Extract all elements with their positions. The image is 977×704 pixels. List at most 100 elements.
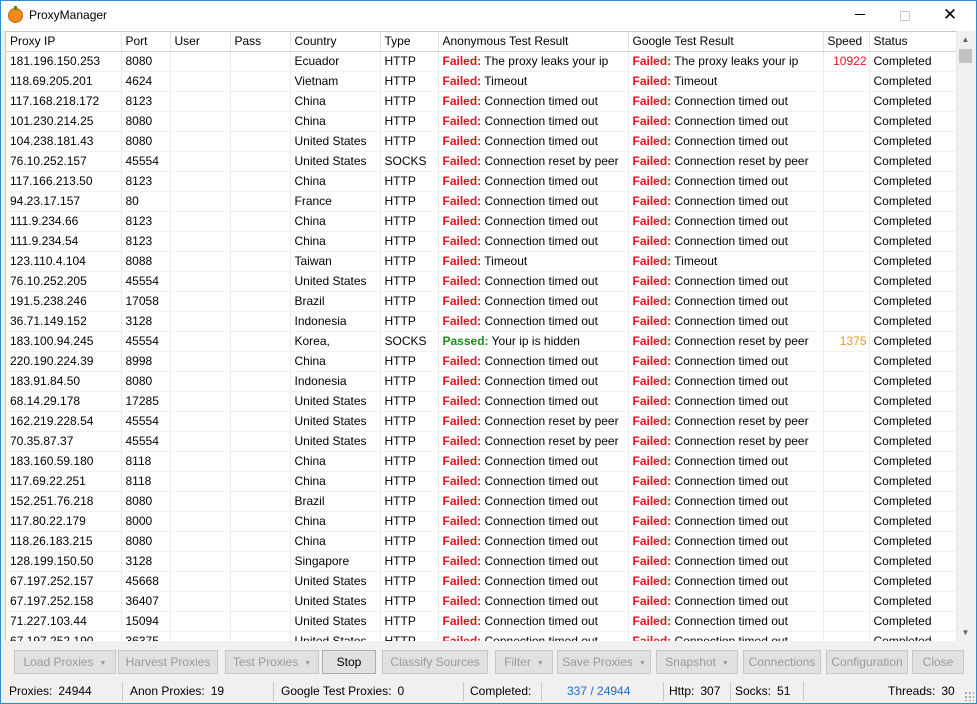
table-row[interactable]: 117.69.22.251 8118 China HTTP Failed: Connec… xyxy=(6,471,956,492)
vertical-scrollbar[interactable]: ▲ ▼ xyxy=(956,31,973,641)
cell-pass xyxy=(230,231,291,252)
table-row[interactable]: 128.199.150.50 3128 Singapore HTTP Failed: C… xyxy=(6,551,956,572)
cell-type: HTTP xyxy=(380,411,439,432)
cell-country: Brazil xyxy=(290,291,381,312)
cell-user xyxy=(170,231,231,252)
col-proxy-ip[interactable]: Proxy IP xyxy=(6,32,122,52)
title-bar[interactable]: ProxyManager ✕ xyxy=(1,1,976,31)
col-speed[interactable]: Speed xyxy=(823,32,870,52)
minimize-icon xyxy=(855,14,865,15)
table-row[interactable]: 117.166.213.50 8123 China HTTP Failed: Conne… xyxy=(6,171,956,192)
anon-result-message: Timeout xyxy=(484,254,528,268)
cell-status: Completed xyxy=(869,91,956,112)
save-proxies-button[interactable]: Save Proxies ▼ xyxy=(557,650,651,674)
col-anonymous-test-result[interactable]: Anonymous Test Result xyxy=(438,32,629,52)
anon-result-message: The proxy leaks your ip xyxy=(484,54,609,68)
table-row[interactable]: 94.23.17.157 80 France HTTP Failed: Connecti… xyxy=(6,191,956,212)
table-row[interactable]: 36.71.149.152 3128 Indonesia HTTP Failed: Co… xyxy=(6,311,956,332)
cell-country: China xyxy=(290,451,381,472)
close-button[interactable]: Close xyxy=(912,650,964,674)
filter-button[interactable]: Filter ▼ xyxy=(495,650,553,674)
harvest-proxies-button[interactable]: Harvest Proxies xyxy=(118,650,218,674)
table-row[interactable]: 162.219.228.54 45554 United States HTTP Fail… xyxy=(6,411,956,432)
resize-grip-icon[interactable] xyxy=(964,691,974,701)
table-row[interactable]: 104.238.181.43 8080 United States HTTP Faile… xyxy=(6,131,956,152)
cell-ip: 181.196.150.253 xyxy=(6,51,122,72)
status-completed-value: 337 / 24944 xyxy=(567,684,631,698)
col-type[interactable]: Type xyxy=(380,32,439,52)
table-row[interactable]: 76.10.252.205 45554 United States HTTP Faile… xyxy=(6,271,956,292)
table-row[interactable]: 111.9.234.66 8123 China HTTP Failed: Connect… xyxy=(6,211,956,232)
status-divider xyxy=(463,682,464,701)
status-completed: Completed: xyxy=(470,683,531,700)
table-row[interactable]: 111.9.234.54 8123 China HTTP Failed: Connect… xyxy=(6,231,956,252)
cell-ip: 162.219.228.54 xyxy=(6,411,122,432)
google-result-status: Failed: xyxy=(632,594,672,608)
table-row[interactable]: 183.100.94.245 45554 Korea, SOCKS Passed: Yo… xyxy=(6,331,956,352)
col-country[interactable]: Country xyxy=(290,32,381,52)
cell-user xyxy=(170,51,231,72)
close-window-button[interactable]: ✕ xyxy=(927,1,973,31)
col-google-test-result[interactable]: Google Test Result xyxy=(628,32,824,52)
cell-type: HTTP xyxy=(380,311,439,332)
table-row[interactable]: 220.190.224.39 8998 China HTTP Failed: Conne… xyxy=(6,351,956,372)
table-row[interactable]: 67.197.252.158 36407 United States HTTP Fail… xyxy=(6,591,956,612)
anon-result-message: Connection reset by peer xyxy=(484,434,619,448)
cell-user xyxy=(170,131,231,152)
cell-user xyxy=(170,551,231,572)
google-result-status: Failed: xyxy=(632,54,672,68)
table-row[interactable]: 118.69.205.201 4624 Vietnam HTTP Failed: Tim… xyxy=(6,71,956,92)
scroll-thumb[interactable] xyxy=(959,49,972,63)
stop-button[interactable]: Stop xyxy=(322,650,376,674)
configuration-button[interactable]: Configuration xyxy=(826,650,908,674)
status-google-proxies: Google Test Proxies: 0 xyxy=(281,683,404,700)
anon-result-status: Failed: xyxy=(442,614,482,628)
google-result-message: Connection timed out xyxy=(674,514,788,528)
anon-result-status: Failed: xyxy=(442,214,482,228)
cell-google-result: Failed: Connection timed out xyxy=(628,571,824,592)
table-row[interactable]: 152.251.76.218 8080 Brazil HTTP Failed: Conn… xyxy=(6,491,956,512)
maximize-button[interactable] xyxy=(882,1,928,31)
cell-type: SOCKS xyxy=(380,331,439,352)
cell-ip: 118.69.205.201 xyxy=(6,71,122,92)
table-row[interactable]: 181.196.150.253 8080 Ecuador HTTP Failed: Th… xyxy=(6,51,956,72)
test-proxies-button[interactable]: Test Proxies ▼ xyxy=(225,650,319,674)
anon-result-message: Connection timed out xyxy=(484,514,598,528)
table-row[interactable]: 76.10.252.157 45554 United States SOCKS Fail… xyxy=(6,151,956,172)
table-row[interactable]: 101.230.214.25 8080 China HTTP Failed: Conne… xyxy=(6,111,956,132)
table-row[interactable]: 117.168.218.172 8123 China HTTP Failed: Conn… xyxy=(6,91,956,112)
table-row[interactable]: 68.14.29.178 17285 United States HTTP Failed… xyxy=(6,391,956,412)
table-row[interactable]: 191.5.238.246 17058 Brazil HTTP Failed: Conn… xyxy=(6,291,956,312)
cell-anon-result: Failed: Connection timed out xyxy=(438,631,629,641)
col-pass[interactable]: Pass xyxy=(230,32,291,52)
proxy-table[interactable]: Proxy IP Port User Pass Country Type Ano… xyxy=(5,31,956,641)
table-row[interactable]: 183.160.59.180 8118 China HTTP Failed: Conne… xyxy=(6,451,956,472)
table-row[interactable]: 118.26.183.215 8080 China HTTP Failed: Conne… xyxy=(6,531,956,552)
table-row[interactable]: 67.197.252.190 36375 United States HTTP Fail… xyxy=(6,631,956,641)
cell-status: Completed xyxy=(869,291,956,312)
table-row[interactable]: 183.91.84.50 8080 Indonesia HTTP Failed: Con… xyxy=(6,371,956,392)
cell-google-result: Failed: Connection timed out xyxy=(628,591,824,612)
cell-ip: 67.197.252.190 xyxy=(6,631,122,641)
load-proxies-button[interactable]: Load Proxies ▼ xyxy=(14,650,116,674)
anon-result-message: Your ip is hidden xyxy=(491,334,580,348)
table-row[interactable]: 71.227.103.44 15094 United States HTTP Faile… xyxy=(6,611,956,632)
table-row[interactable]: 117.80.22.179 8000 China HTTP Failed: Connec… xyxy=(6,511,956,532)
cell-country: China xyxy=(290,471,381,492)
connections-button[interactable]: Connections xyxy=(743,650,821,674)
table-row[interactable]: 123.110.4.104 8088 Taiwan HTTP Failed: Timeo… xyxy=(6,251,956,272)
col-status[interactable]: Status xyxy=(869,32,956,52)
configuration-label: Configuration xyxy=(831,655,903,669)
scroll-down-icon[interactable]: ▼ xyxy=(957,624,974,641)
cell-type: HTTP xyxy=(380,391,439,412)
minimize-button[interactable] xyxy=(837,1,883,31)
table-row[interactable]: 67.197.252.157 45668 United States HTTP Fail… xyxy=(6,571,956,592)
snapshot-button[interactable]: Snapshot ▼ xyxy=(656,650,738,674)
cell-speed xyxy=(823,91,870,112)
scroll-up-icon[interactable]: ▲ xyxy=(957,31,974,48)
col-user[interactable]: User xyxy=(170,32,231,52)
classify-sources-button[interactable]: Classify Sources xyxy=(382,650,488,674)
table-row[interactable]: 70.35.87.37 45554 United States HTTP Failed:… xyxy=(6,431,956,452)
col-port[interactable]: Port xyxy=(121,32,171,52)
cell-anon-result: Failed: Connection timed out xyxy=(438,491,629,512)
